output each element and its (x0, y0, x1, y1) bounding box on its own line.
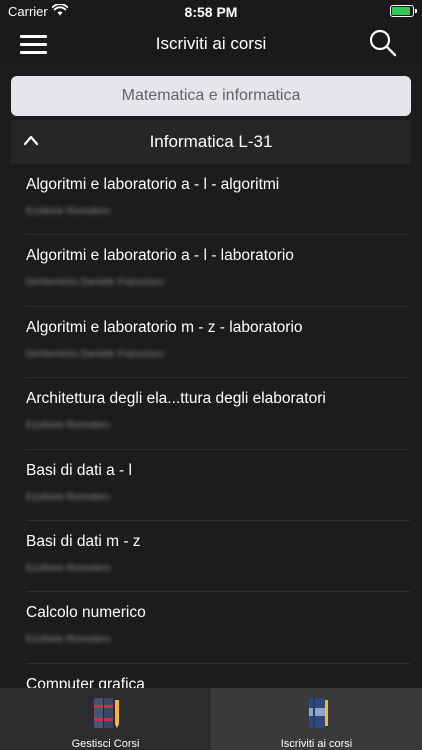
list-item[interactable]: Algoritmi e laboratorio a - l - laborato… (0, 235, 422, 307)
search-icon[interactable] (368, 28, 398, 58)
tab-bar: Gestisci Corsi Iscriviti ai corsi (0, 688, 422, 750)
course-teacher: Ezzilorie Romolero (26, 420, 110, 432)
tab-label: Iscriviti ai corsi (280, 738, 353, 750)
course-name: Computer grafica (26, 675, 145, 688)
list-item[interactable]: Algoritmi e laboratorio a - l - algoritm… (0, 164, 422, 236)
course-teacher: Ezzilorie Romolero (26, 634, 110, 646)
list-item[interactable]: Algoritmi e laboratorio m - z - laborato… (0, 307, 422, 379)
battery-icon (390, 5, 417, 17)
department-selector-button[interactable]: Matematica e informatica (11, 76, 411, 116)
course-teacher: Ezzilorie Romolero (26, 491, 110, 503)
course-list: Algoritmi e laboratorio a - l - algoritm… (0, 164, 422, 688)
list-item[interactable]: Basi di dati a - l Ezzilorie Romolero (0, 450, 422, 521)
clock: 8:58 PM (184, 4, 238, 20)
course-teacher: Dentemerio Daniele Francesco (26, 348, 164, 360)
course-teacher: Dentemerio Daniele Francesco (26, 277, 164, 289)
status-bar: Carrier 8:58 PM (0, 0, 422, 24)
course-teacher: Ezzilorie Romolero (26, 562, 110, 574)
course-name: Algoritmi e laboratorio a - l - laborato… (26, 247, 294, 265)
page-title: Iscriviti ai corsi (155, 34, 267, 53)
course-name: Basi di dati m - z (26, 532, 141, 550)
section-header-informatica[interactable]: Informatica L-31 (11, 120, 411, 164)
tab-label: Gestisci Corsi (71, 738, 140, 750)
list-item[interactable]: Architettura degli ela...ttura degli ela… (0, 378, 422, 450)
tab-gestisci-corsi[interactable]: Gestisci Corsi (0, 688, 211, 750)
section-label: Informatica L-31 (149, 132, 273, 151)
course-name: Basi di dati a - l (26, 461, 132, 479)
course-teacher: Ezzilorie Romolero (26, 206, 110, 217)
list-item[interactable]: Computer grafica (0, 664, 422, 688)
list-item[interactable]: Calcolo numerico Ezzilorie Romolero (0, 592, 422, 664)
navigation-bar: Iscriviti ai corsi (0, 24, 422, 66)
course-name: Algoritmi e laboratorio m - z - laborato… (26, 318, 303, 336)
books-pencil-icon (94, 698, 119, 728)
course-content: Matematica e informatica Informatica L-3… (0, 66, 422, 688)
book-icon (309, 698, 328, 728)
tab-iscriviti-ai-corsi[interactable]: Iscriviti ai corsi (211, 688, 422, 750)
list-item[interactable]: Basi di dati m - z Ezzilorie Romolero (0, 521, 422, 593)
course-name: Calcolo numerico (26, 604, 146, 622)
course-name: Architettura degli ela...ttura degli ela… (26, 390, 326, 408)
course-name: Algoritmi e laboratorio a - l - algoritm… (26, 176, 280, 193)
